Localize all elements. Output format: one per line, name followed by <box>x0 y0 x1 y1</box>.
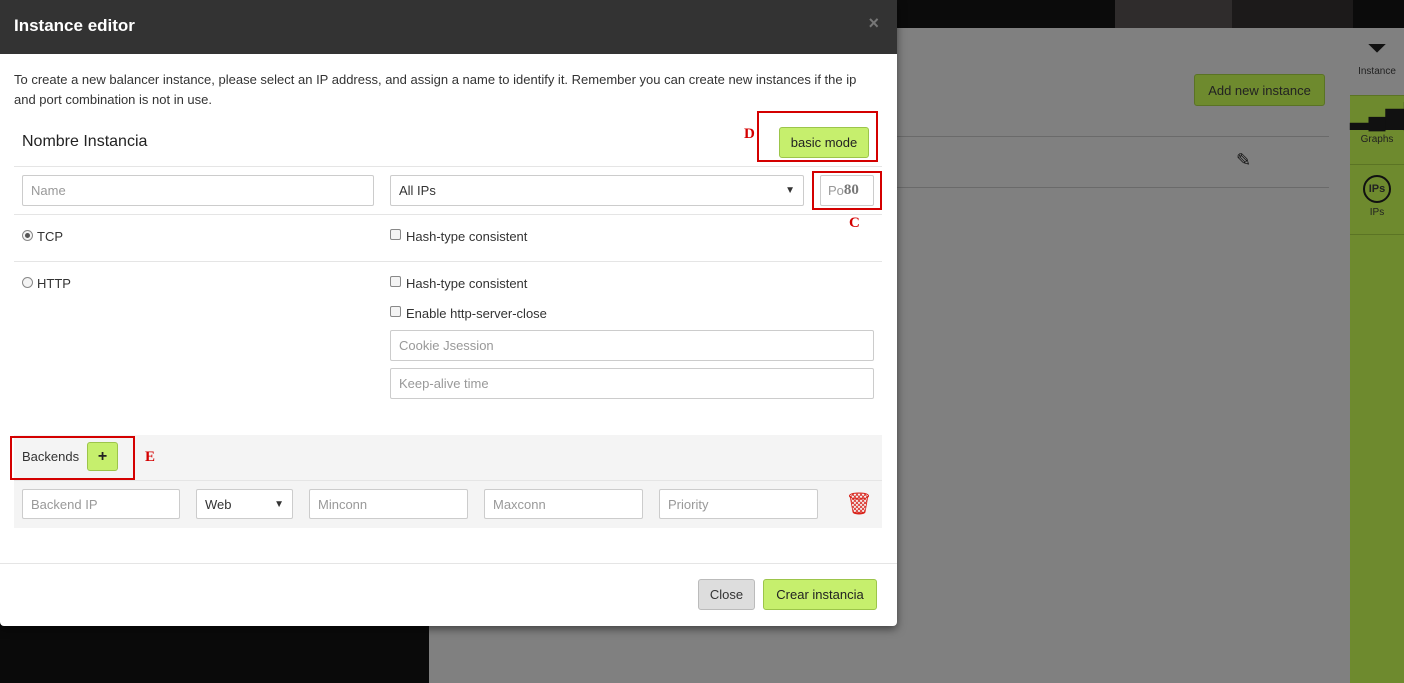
annotation-box-e <box>10 436 135 480</box>
radio-http[interactable]: HTTP <box>22 276 71 291</box>
name-input[interactable]: Name <box>22 175 374 206</box>
caret-down-icon: ▼ <box>785 185 795 196</box>
priority-input[interactable]: Priority <box>659 489 818 519</box>
minconn-input[interactable]: Minconn <box>309 489 468 519</box>
sidebar-item-label: IPs <box>1369 207 1385 218</box>
divider <box>14 166 882 167</box>
annotation-label-d: D <box>744 126 755 142</box>
ip-select[interactable]: All IPs ▼ <box>390 175 804 206</box>
divider <box>0 563 897 564</box>
backend-ip-input[interactable]: Backend IP <box>22 489 180 519</box>
keepalive-input[interactable]: Keep-alive time <box>390 368 874 399</box>
sidebar-item-ips[interactable]: IPs IPs <box>1350 165 1404 235</box>
radio-button[interactable] <box>22 230 33 242</box>
ips-circle-icon: IPs <box>1363 175 1391 203</box>
close-button[interactable]: Close <box>698 579 755 610</box>
pencil-icon[interactable]: ✎ <box>1236 150 1251 171</box>
checkbox-http-server-close[interactable]: Enable http-server-close <box>390 306 547 321</box>
modal-header: Instance editor × <box>0 0 897 54</box>
cookie-jsession-input[interactable]: Cookie Jsession <box>390 330 874 361</box>
radio-button[interactable] <box>22 277 33 289</box>
sidebar-item-label: Graphs <box>1360 134 1394 145</box>
sidebar-item-instance[interactable]: ⏷ Instance <box>1350 28 1404 96</box>
checkbox-label: Hash-type consistent <box>406 229 528 244</box>
top-bar-user[interactable] <box>1232 0 1353 28</box>
divider <box>14 261 882 262</box>
checkbox-label: Enable http-server-close <box>406 306 547 321</box>
backend-type-value: Web <box>205 496 232 512</box>
filter-icon: ⏷ <box>1367 35 1387 62</box>
annotation-box-c <box>812 171 882 210</box>
annotation-label-e: E <box>145 449 156 465</box>
section-title: Nombre Instancia <box>22 133 148 150</box>
checkbox-label: Hash-type consistent <box>406 276 528 291</box>
checkbox[interactable] <box>390 229 401 241</box>
checkbox-http-hash[interactable]: Hash-type consistent <box>390 276 527 291</box>
create-instance-button[interactable]: Crear instancia <box>763 579 877 610</box>
caret-down-icon: ▼ <box>274 498 284 510</box>
divider <box>14 214 882 215</box>
top-bar-tab[interactable] <box>1115 0 1232 28</box>
trash-icon[interactable]: 🗑 <box>845 491 873 517</box>
checkbox[interactable] <box>390 276 401 288</box>
right-sidebar: ⏷ Instance ▂▄▆█ Graphs IPs IPs <box>1350 28 1404 683</box>
radio-label: TCP <box>37 229 63 244</box>
maxconn-input[interactable]: Maxconn <box>484 489 643 519</box>
intro-text: To create a new balancer instance, pleas… <box>14 72 857 107</box>
add-new-instance-button[interactable]: Add new instance <box>1194 74 1325 106</box>
close-icon[interactable]: × <box>868 13 879 34</box>
sidebar-item-label: Instance <box>1358 66 1396 77</box>
divider <box>14 480 882 481</box>
sidebar-item-graphs[interactable]: ▂▄▆█ Graphs <box>1350 96 1404 165</box>
backend-type-select[interactable]: Web ▼ <box>196 489 293 519</box>
modal-title: Instance editor <box>14 16 135 35</box>
radio-tcp[interactable]: TCP <box>22 229 63 244</box>
radio-label: HTTP <box>37 276 71 291</box>
divider <box>897 187 1329 188</box>
divider <box>897 136 1329 137</box>
bar-signal-icon: ▂▄▆█ <box>1350 103 1404 130</box>
annotation-box-d <box>757 111 878 162</box>
annotation-label-c: C <box>849 215 860 231</box>
checkbox-tcp-hash[interactable]: Hash-type consistent <box>390 229 527 244</box>
instance-editor-modal: Instance editor × To create a new balanc… <box>0 0 897 626</box>
ip-select-value: All IPs <box>399 183 436 198</box>
checkbox[interactable] <box>390 306 401 318</box>
